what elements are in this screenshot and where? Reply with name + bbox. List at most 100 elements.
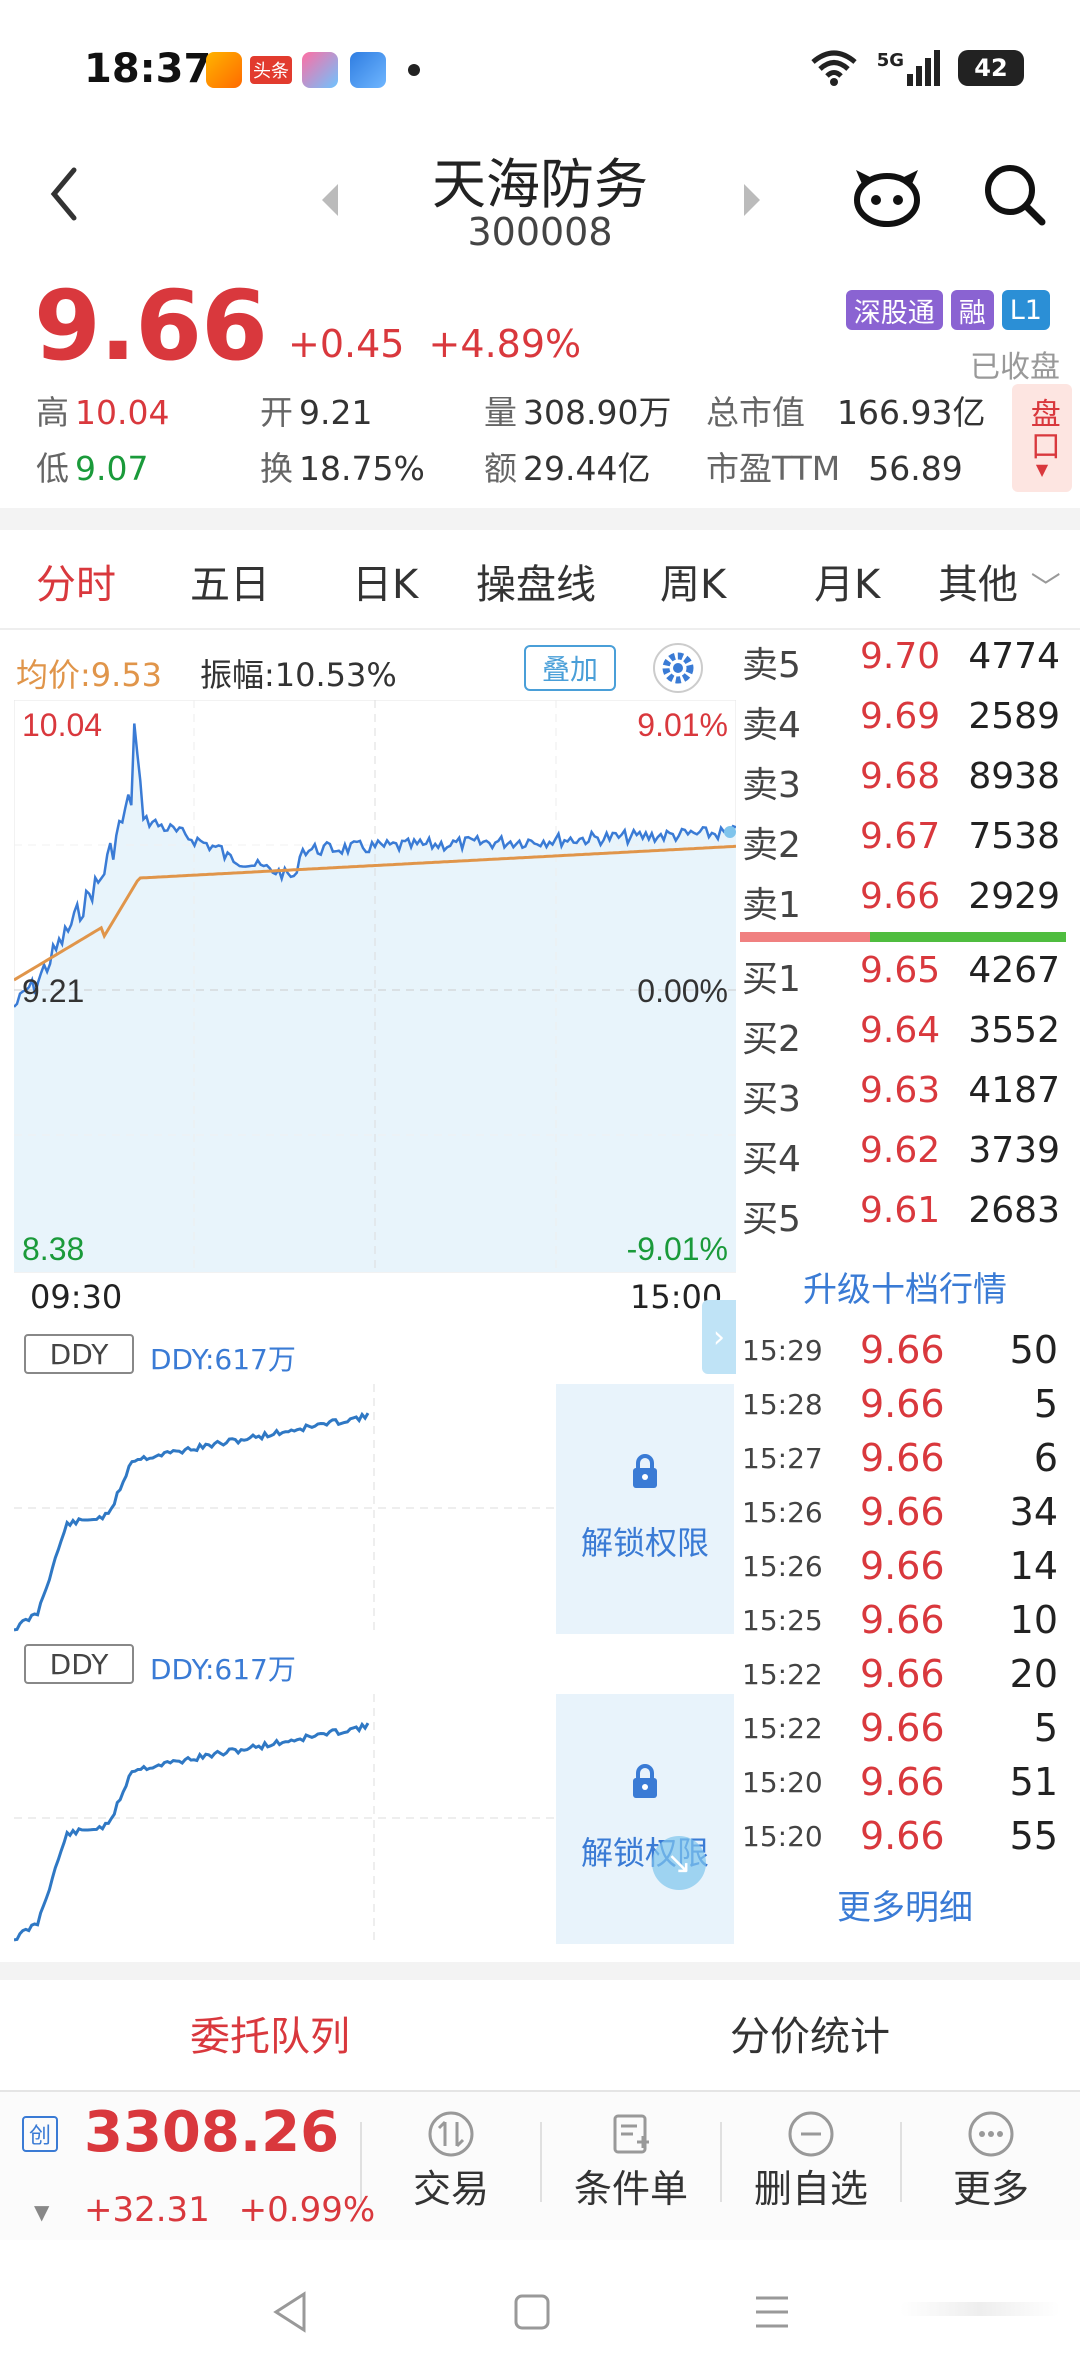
ask-row[interactable]: 卖5 9.70 4774	[740, 636, 1070, 696]
bid-row[interactable]: 买4 9.62 3739	[740, 1130, 1070, 1190]
tick-row: 15:26 9.66 34	[740, 1486, 1070, 1540]
ddy-line	[14, 1411, 370, 1632]
tick-price: 9.66	[860, 1328, 945, 1372]
ask-volume: 2929	[968, 876, 1060, 917]
bid-volume: 4187	[968, 1070, 1060, 1111]
ask-price: 9.66	[860, 876, 941, 917]
bid-label: 买1	[742, 959, 801, 1000]
more-button[interactable]: 更多	[916, 2110, 1066, 2230]
ask-row[interactable]: 卖4 9.69 2589	[740, 696, 1070, 756]
bid-price: 9.65	[860, 950, 941, 991]
network-type: 5G	[876, 50, 904, 71]
tab-other-label: 其他	[938, 562, 1018, 608]
tick-time: 15:20	[742, 1766, 823, 1799]
ddy-indicator-button[interactable]: DDY	[24, 1334, 134, 1374]
ask-row[interactable]: 卖3 9.68 8938	[740, 756, 1070, 816]
caret-down-icon-2[interactable]: ▼	[34, 2200, 49, 2224]
tick-row: 15:22 9.66 20	[740, 1648, 1070, 1702]
tab-price-statistics[interactable]: 分价统计	[540, 2004, 1080, 2062]
tick-row: 15:20 9.66 51	[740, 1756, 1070, 1810]
ask-volume: 8938	[968, 756, 1060, 797]
overlay-button[interactable]: 叠加	[524, 645, 616, 691]
ddy-indicator-button-2[interactable]: DDY	[24, 1644, 134, 1684]
ask-label: 卖4	[742, 705, 801, 746]
tick-price: 9.66	[860, 1544, 945, 1588]
more-detail-link[interactable]: 更多明细	[740, 1880, 1070, 1929]
bid-row[interactable]: 买2 9.64 3552	[740, 1010, 1070, 1070]
chart-expand-arrow-icon[interactable]: ›	[702, 1300, 736, 1374]
ask-price: 9.68	[860, 756, 941, 797]
ask-row[interactable]: 卖2 9.67 7538	[740, 816, 1070, 876]
previous-stock-icon[interactable]	[318, 180, 342, 220]
stat-amount-label: 额	[484, 449, 517, 488]
nav-menu-icon[interactable]	[752, 2294, 792, 2330]
tab-five-day[interactable]: 五日	[190, 552, 270, 610]
upgrade-ten-level-link[interactable]: 升级十档行情	[740, 1262, 1070, 1311]
bid-row[interactable]: 买1 9.65 4267	[740, 950, 1070, 1010]
lock-icon-2	[633, 1764, 657, 1798]
remove-watchlist-button[interactable]: 删自选	[736, 2110, 886, 2230]
robot-assistant-icon[interactable]	[852, 162, 922, 228]
bid-price: 9.61	[860, 1190, 941, 1231]
tick-row: 15:27 9.66 6	[740, 1432, 1070, 1486]
index-change: +32.31 +0.99%	[84, 2190, 375, 2230]
bid-price: 9.63	[860, 1070, 941, 1111]
tab-other[interactable]: 其他 ﹀	[938, 552, 1061, 610]
stat-open-label: 开	[260, 393, 293, 432]
ask-volume: 7538	[968, 816, 1060, 857]
tab-trading-line[interactable]: 操盘线	[476, 552, 596, 610]
trade-button[interactable]: 交易	[376, 2110, 526, 2230]
order-book-toggle[interactable]: 盘口 ▼	[1012, 384, 1072, 492]
tab-weekly-k[interactable]: 周K	[660, 552, 726, 610]
tabs-divider	[0, 628, 1080, 630]
stat-high-label: 高	[36, 393, 69, 432]
stock-header: 天海防务 300008	[0, 140, 1080, 270]
tick-price: 9.66	[860, 1436, 945, 1480]
y-mid-pct-label: 0.00%	[637, 973, 728, 1009]
ask-row[interactable]: 卖1 9.66 2929	[740, 876, 1070, 936]
bid-label: 买2	[742, 1019, 801, 1060]
watermark-bar	[900, 2302, 1060, 2316]
tick-price: 9.66	[860, 1652, 945, 1696]
tick-price: 9.66	[860, 1490, 945, 1534]
tick-volume: 51	[1009, 1760, 1058, 1804]
bid-row[interactable]: 买3 9.63 4187	[740, 1070, 1070, 1130]
bid-price: 9.62	[860, 1130, 941, 1171]
tab-daily-k[interactable]: 日K	[352, 552, 418, 610]
tab-order-queue[interactable]: 委托队列	[0, 2004, 540, 2062]
more-icon	[968, 2111, 1014, 2157]
stat-turnover-value: 18.75%	[299, 449, 425, 488]
stat-pe-label: 市盈TTM	[706, 449, 841, 488]
search-icon[interactable]	[982, 162, 1048, 228]
ask-label: 卖2	[742, 825, 801, 866]
next-stock-icon[interactable]	[740, 180, 764, 220]
index-change-amount: +32.31	[84, 2190, 210, 2230]
intraday-chart[interactable]: 10.04 9.01% 9.21 0.00% 8.38 -9.01%	[14, 700, 736, 1290]
stat-market-cap: 总市值 166.93亿	[706, 386, 985, 434]
stat-amount: 额 29.44亿	[484, 442, 650, 490]
stat-high-value: 10.04	[75, 393, 170, 432]
scroll-corner-arrow-icon[interactable]: ↘	[652, 1836, 706, 1890]
bid-volume: 3739	[968, 1130, 1060, 1171]
remove-watchlist-label: 删自选	[753, 2167, 868, 2211]
tab-monthly-k[interactable]: 月K	[814, 552, 880, 610]
stat-turnover: 换 18.75%	[260, 442, 425, 490]
chart-settings-gear-icon[interactable]	[652, 642, 704, 694]
stat-volume-label: 量	[484, 393, 517, 432]
bid-price: 9.64	[860, 1010, 941, 1051]
bid-row[interactable]: 买5 9.61 2683	[740, 1190, 1070, 1250]
toolbar-separator-4	[900, 2122, 902, 2202]
condition-order-button[interactable]: 条件单	[556, 2110, 706, 2230]
tick-time: 15:25	[742, 1604, 823, 1637]
ask-label: 卖5	[742, 645, 801, 686]
section-divider-2	[0, 1962, 1080, 1980]
tick-volume: 5	[1033, 1706, 1058, 1750]
tab-intraday[interactable]: 分时	[36, 552, 116, 610]
index-value[interactable]: 3308.26	[84, 2100, 339, 2165]
stat-volume-value: 308.90万	[523, 393, 672, 432]
condition-order-label: 条件单	[573, 2167, 688, 2211]
unlock-panel-2[interactable]: 解锁权限	[556, 1694, 734, 1944]
unlock-panel-1[interactable]: 解锁权限	[556, 1384, 734, 1634]
nav-back-icon[interactable]	[270, 2290, 310, 2334]
nav-home-icon[interactable]	[512, 2292, 552, 2332]
